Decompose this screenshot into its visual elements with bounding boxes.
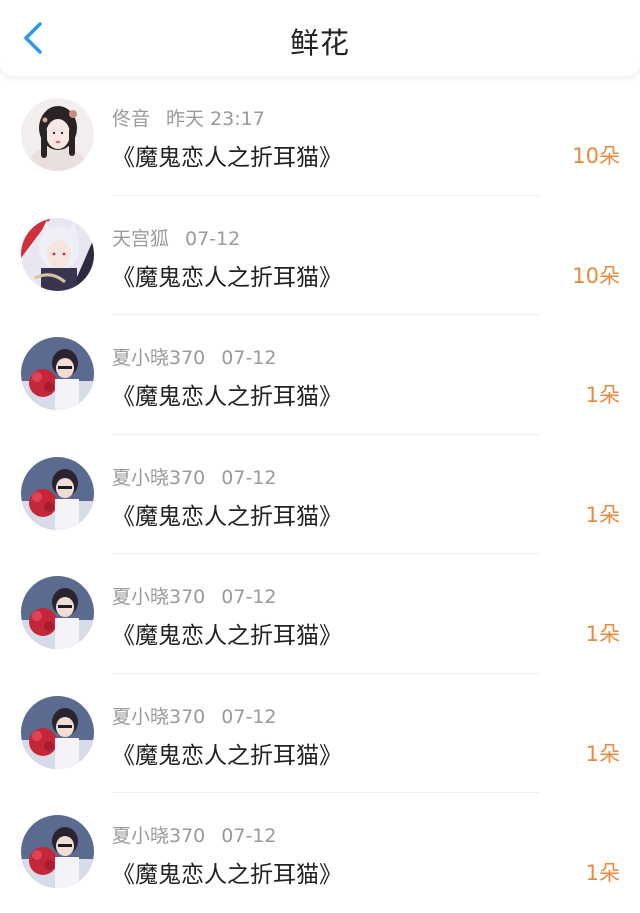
sender-name: 夏小晓370 bbox=[112, 705, 206, 728]
send-date: 07-12 bbox=[221, 705, 277, 728]
sender-meta: 佟音 昨天 23:17 bbox=[112, 104, 265, 131]
list-item[interactable]: 夏小晓370 07-12 《魔鬼恋人之折耳猫》 1朵 bbox=[0, 315, 640, 435]
sender-meta: 天宫狐 07-12 bbox=[112, 224, 240, 251]
send-date: 07-12 bbox=[221, 347, 277, 369]
list-item[interactable]: 夏小晓370 07-12 《魔鬼恋人之折耳猫》 1朵 bbox=[0, 554, 640, 674]
list-item[interactable]: 夏小晓370 07-12 《魔鬼恋人之折耳猫》 1朵 bbox=[0, 435, 640, 554]
avatar[interactable] bbox=[21, 695, 94, 769]
book-title[interactable]: 《魔鬼恋人之折耳猫》 bbox=[112, 497, 342, 531]
page-title: 鲜花 bbox=[289, 26, 350, 60]
list-item[interactable]: 天宫狐 07-12 《魔鬼恋人之折耳猫》 10朵 bbox=[0, 196, 640, 315]
flower-count: 1朵 bbox=[585, 622, 620, 646]
send-date: 07-12 bbox=[221, 466, 277, 489]
avatar[interactable] bbox=[21, 456, 94, 530]
header-bar: 鲜花 bbox=[0, 0, 640, 76]
flower-count: 1朵 bbox=[585, 383, 620, 407]
sender-name: 夏小晓370 bbox=[112, 825, 206, 847]
avatar[interactable] bbox=[21, 815, 94, 888]
avatar[interactable] bbox=[21, 576, 94, 649]
book-title[interactable]: 《魔鬼恋人之折耳猫》 bbox=[112, 377, 342, 411]
avatar[interactable] bbox=[21, 337, 94, 410]
book-title[interactable]: 《魔鬼恋人之折耳猫》 bbox=[112, 855, 342, 889]
flower-list: 佟音 昨天 23:17 《魔鬼恋人之折耳猫》 10朵 天宫狐 07-12 《魔鬼… bbox=[0, 76, 640, 913]
sender-meta: 夏小晓370 07-12 bbox=[112, 463, 276, 490]
sender-name: 佟音 bbox=[112, 108, 151, 130]
book-title[interactable]: 《魔鬼恋人之折耳猫》 bbox=[112, 138, 342, 172]
list-item[interactable]: 夏小晓370 07-12 《魔鬼恋人之折耳猫》 1朵 bbox=[0, 674, 640, 793]
sender-meta: 夏小晓370 07-12 bbox=[112, 582, 276, 609]
send-date: 昨天 23:17 bbox=[166, 108, 265, 130]
sender-meta: 夏小晓370 07-12 bbox=[112, 821, 276, 848]
avatar[interactable] bbox=[21, 217, 94, 291]
sender-meta: 夏小晓370 07-12 bbox=[112, 343, 276, 370]
send-date: 07-12 bbox=[221, 825, 277, 847]
sender-name: 天宫狐 bbox=[112, 227, 170, 250]
send-date: 07-12 bbox=[221, 586, 277, 608]
sender-name: 夏小晓370 bbox=[112, 347, 206, 369]
list-item[interactable]: 夏小晓370 07-12 《魔鬼恋人之折耳猫》 1朵 bbox=[0, 793, 640, 913]
sender-name: 夏小晓370 bbox=[112, 466, 206, 489]
sender-meta: 夏小晓370 07-12 bbox=[112, 702, 276, 729]
book-title[interactable]: 《魔鬼恋人之折耳猫》 bbox=[112, 258, 342, 292]
flower-count: 1朵 bbox=[585, 502, 620, 527]
flower-count: 1朵 bbox=[585, 861, 620, 885]
book-title[interactable]: 《魔鬼恋人之折耳猫》 bbox=[112, 616, 342, 650]
flower-count: 1朵 bbox=[585, 741, 620, 766]
flower-count: 10朵 bbox=[572, 144, 620, 168]
list-item[interactable]: 佟音 昨天 23:17 《魔鬼恋人之折耳猫》 10朵 bbox=[0, 76, 640, 196]
send-date: 07-12 bbox=[185, 227, 241, 250]
book-title[interactable]: 《魔鬼恋人之折耳猫》 bbox=[112, 736, 342, 770]
flower-count: 10朵 bbox=[572, 263, 620, 288]
sender-name: 夏小晓370 bbox=[112, 586, 206, 608]
avatar[interactable] bbox=[21, 98, 94, 171]
